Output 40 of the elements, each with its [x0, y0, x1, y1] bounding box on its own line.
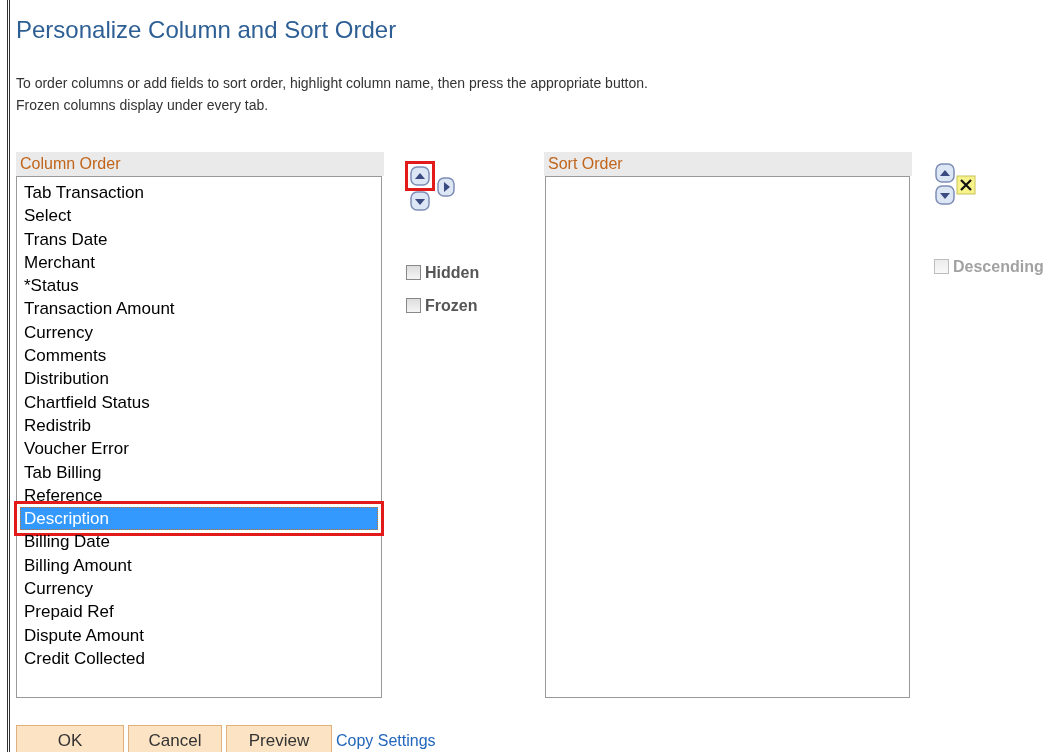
- list-item[interactable]: Merchant: [20, 250, 378, 275]
- column-list[interactable]: [16, 176, 382, 698]
- list-item[interactable]: Voucher Error: [20, 437, 378, 461]
- list-item[interactable]: Select: [20, 204, 378, 228]
- sort-order-header: Sort Order: [544, 152, 912, 176]
- list-item[interactable]: Currency: [20, 320, 378, 345]
- instruction-text: Frozen columns display under every tab.: [16, 96, 270, 115]
- list-item[interactable]: Prepaid Ref: [20, 600, 378, 624]
- move-up-button[interactable]: [934, 162, 956, 184]
- dialog-button[interactable]: Cancel: [128, 725, 222, 752]
- list-item[interactable]: Tab Transaction: [20, 181, 378, 205]
- list-item[interactable]: Reference: [20, 483, 378, 508]
- list-item[interactable]: Distribution: [20, 367, 378, 391]
- add-to-sort-button[interactable]: [436, 176, 458, 198]
- list-item[interactable]: Trans Date: [20, 227, 378, 251]
- list-item[interactable]: Tab Billing: [20, 460, 378, 484]
- list-item[interactable]: Billing Amount: [20, 553, 378, 578]
- list-item[interactable]: Currency: [20, 577, 378, 601]
- list-item[interactable]: Billing Date: [20, 530, 378, 554]
- list-item[interactable]: Dispute Amount: [20, 623, 378, 647]
- checkbox[interactable]: [406, 265, 421, 281]
- list-item[interactable]: Credit Collected: [20, 646, 378, 671]
- checkbox-label: Hidden: [425, 263, 480, 281]
- column-order-header: Column Order: [16, 152, 384, 176]
- list-item[interactable]: Chartfield Status: [20, 390, 378, 414]
- checkbox-label: Frozen: [425, 296, 478, 314]
- move-down-button[interactable]: [409, 190, 431, 212]
- checkbox[interactable]: [406, 298, 421, 314]
- page-title: Personalize Column and Sort Order: [16, 15, 398, 45]
- list-item[interactable]: Comments: [20, 344, 378, 368]
- move-down-button[interactable]: [934, 184, 956, 206]
- copy-settings-link[interactable]: Copy Settings: [336, 728, 436, 752]
- list-item[interactable]: Transaction Amount: [20, 297, 378, 321]
- dialog-button[interactable]: OK: [16, 725, 124, 752]
- list-item[interactable]: Redistrib: [20, 413, 378, 438]
- remove-icon[interactable]: [956, 174, 976, 195]
- dialog-button[interactable]: Preview: [226, 725, 332, 752]
- list-item[interactable]: *Status: [20, 274, 378, 298]
- instruction-text: To order columns or add fields to sort order, highlight column name, then press the appropriate button.: [16, 74, 649, 93]
- checkbox-label: Descending: [953, 257, 1044, 275]
